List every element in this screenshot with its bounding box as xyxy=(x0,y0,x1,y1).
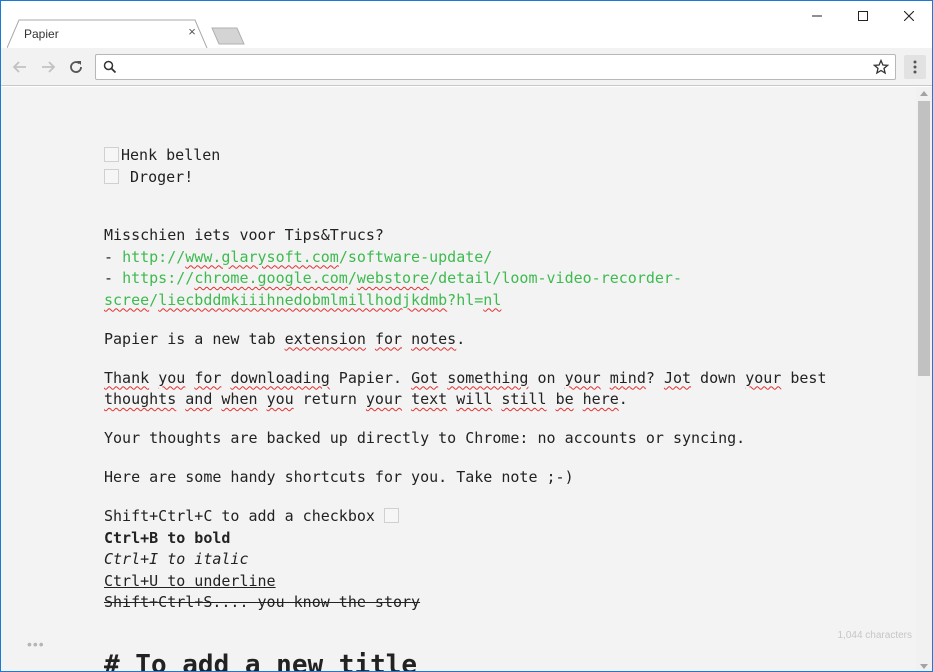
link-line-2-cont: scree/liecbddmkiiihnedobmlmillhodjkdmb?h… xyxy=(104,290,804,312)
address-bar[interactable] xyxy=(95,54,896,80)
scroll-down-arrow-icon[interactable] xyxy=(920,664,928,669)
bookmark-star-icon[interactable] xyxy=(872,58,890,80)
link-line-2: - https://chrome.google.com/webstore/det… xyxy=(104,269,682,287)
note-link[interactable]: https://chrome.google.com/webstore/detai… xyxy=(122,269,682,287)
thanks-paragraph-cont: thoughts and when you return your text w… xyxy=(104,390,628,408)
tab-papier[interactable]: Papier × xyxy=(7,19,208,48)
minimize-icon[interactable] xyxy=(794,1,840,31)
shortcut-italic: Ctrl+I to italic xyxy=(104,550,249,568)
address-input[interactable] xyxy=(122,58,862,76)
tab-close-icon[interactable]: × xyxy=(185,25,199,39)
shortcut-strike: Shift+Ctrl+S.... you know the story xyxy=(104,593,421,611)
shortcuts-intro: Here are some handy shortcuts for you. T… xyxy=(104,468,574,486)
browser-window: Papier × Henk bellen Droger! Misschien i… xyxy=(0,0,933,672)
character-count: 1,044 characters xyxy=(837,630,913,641)
checkbox-label: Droger! xyxy=(121,167,194,186)
shortcut-underline-line: Ctrl+U to underline xyxy=(104,571,804,593)
checkbox[interactable] xyxy=(104,147,119,162)
backup-paragraph: Your thoughts are backed up directly to … xyxy=(104,429,746,447)
window-controls xyxy=(794,1,932,31)
shortcut-checkbox-line: Shift+Ctrl+C to add a checkbox xyxy=(104,506,804,528)
new-tab-button[interactable] xyxy=(211,27,247,50)
back-arrow-icon[interactable] xyxy=(10,57,30,77)
maximize-icon[interactable] xyxy=(840,1,886,31)
scroll-up-arrow-icon[interactable] xyxy=(920,91,928,96)
shortcut-underline: Ctrl+U to underline xyxy=(104,571,276,590)
papier-page: Henk bellen Droger! Misschien iets voor … xyxy=(1,87,916,672)
checkbox-item: Henk bellen xyxy=(104,145,804,167)
note-editor[interactable]: Henk bellen Droger! Misschien iets voor … xyxy=(104,145,827,614)
vertical-scrollbar[interactable] xyxy=(916,87,932,671)
scroll-thumb[interactable] xyxy=(918,101,930,376)
link-line-1: - http://www.glarysoft.com/software-upda… xyxy=(104,247,493,266)
checkbox-item: Droger! xyxy=(104,167,804,189)
tab-strip: Papier × xyxy=(1,1,932,48)
checkbox-label: Henk bellen xyxy=(121,146,221,164)
checkbox[interactable] xyxy=(104,168,119,184)
browser-toolbar xyxy=(1,48,932,86)
tips-heading: Misschien iets voor Tips&Trucs? xyxy=(104,226,384,244)
shortcut-checkbox-text: Shift+Ctrl+C to add a checkbox xyxy=(104,507,375,525)
shortcut-bold: Ctrl+B to bold xyxy=(104,528,231,547)
thanks-paragraph: Thank you for downloading Papier. Got so… xyxy=(104,368,827,387)
shortcut-strike-line: Shift+Ctrl+S.... you know the story xyxy=(104,592,804,614)
note-title-heading: # To add a new title xyxy=(104,650,418,672)
intro-paragraph: Papier is a new tab extension for notes. xyxy=(104,329,466,348)
reload-icon[interactable] xyxy=(66,57,86,77)
note-link[interactable]: scree/liecbddmkiiihnedobmlmillhodjkdmb?h… xyxy=(104,291,501,309)
search-icon xyxy=(103,60,117,79)
close-window-icon[interactable] xyxy=(886,1,932,31)
checkbox[interactable] xyxy=(383,508,399,523)
tab-title: Papier xyxy=(24,27,59,41)
new-tab-icon xyxy=(211,27,245,45)
forward-arrow-icon[interactable] xyxy=(38,57,58,77)
browser-menu-icon[interactable] xyxy=(904,55,926,79)
more-options-icon[interactable]: ••• xyxy=(27,636,45,652)
note-link[interactable]: http://www.glarysoft.com/software-update… xyxy=(122,248,492,266)
